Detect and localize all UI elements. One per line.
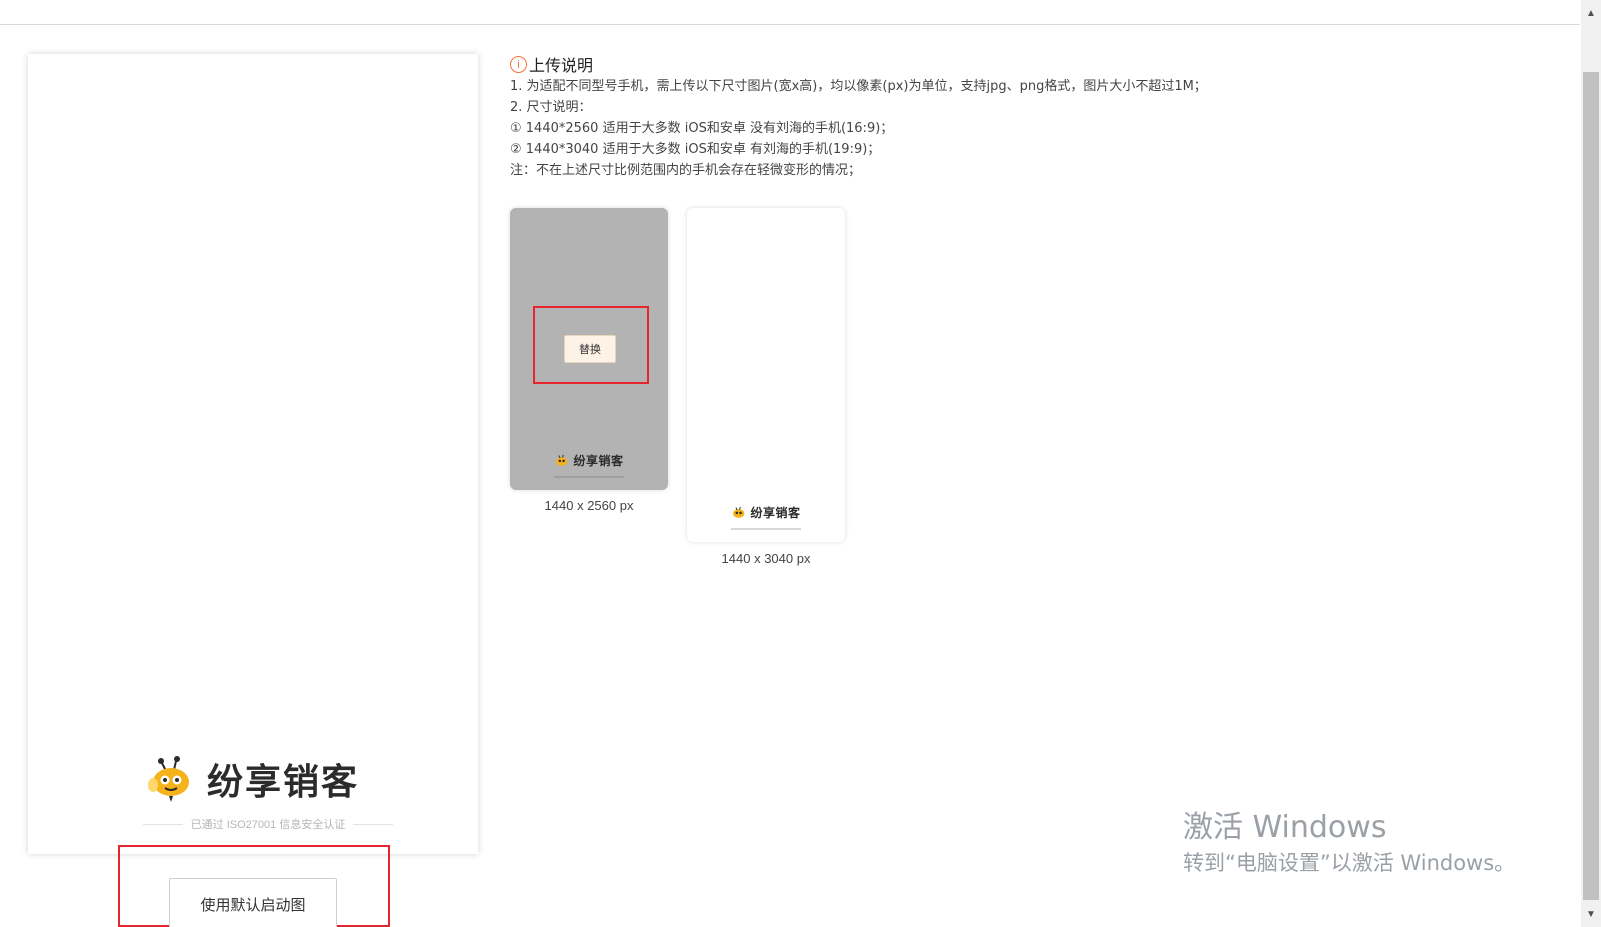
page: 纷享销客 已通过 ISO27001 信息安全认证 使用默认启动图 i 上传说明 … [0, 0, 1601, 927]
replace-button[interactable]: 替换 [564, 335, 616, 363]
thumbnail-1440x3040[interactable]: 纷享销客 [687, 208, 845, 542]
thumbnail-certification-line [554, 476, 624, 478]
bee-logo-icon [556, 454, 568, 466]
thumbnail-caption: 1440 x 3040 px [721, 551, 811, 566]
upload-instructions-title-text: 上传说明 [529, 56, 594, 75]
vertical-scrollbar[interactable]: ▲ ▼ [1581, 0, 1601, 927]
windows-activation-watermark: 激活 Windows 转到“电脑设置”以激活 Windows。 [1183, 810, 1515, 878]
watermark-subtitle: 转到“电脑设置”以激活 Windows。 [1183, 851, 1516, 875]
top-toolbar-border [0, 0, 1580, 25]
brand-logo: 纷享销客 [28, 749, 478, 809]
info-circle-icon: i [510, 55, 527, 73]
scroll-down-arrow-icon[interactable]: ▼ [1581, 905, 1601, 923]
instruction-line: ② 1440*3040 适用于大多数 iOS和安卓 有刘海的手机(19:9)； [510, 142, 881, 157]
instruction-line: ① 1440*2560 适用于大多数 iOS和安卓 没有刘海的手机(16:9)； [510, 121, 894, 136]
thumbnail-brand-name: 纷享销客 [750, 506, 801, 520]
splash-preview-card: 纷享销客 已通过 ISO27001 信息安全认证 [28, 54, 478, 854]
scroll-thumb[interactable] [1583, 72, 1599, 900]
instruction-line: 2. 尺寸说明： [510, 100, 592, 115]
use-default-splash-button[interactable]: 使用默认启动图 [169, 878, 337, 927]
thumbnail-brand-logo: 纷享销客 [687, 504, 845, 521]
thumbnail-brand-logo: 纷享销客 [510, 452, 668, 469]
watermark-title: 激活 Windows [1183, 810, 1387, 845]
thumbnail-caption: 1440 x 2560 px [544, 498, 634, 513]
bee-logo-icon [147, 756, 189, 802]
divider [353, 823, 393, 825]
upload-instructions: i 上传说明 1. 为适配不同型号手机，需上传以下尺寸图片(宽x高)，均以像素(… [510, 52, 1520, 181]
certification-note: 已通过 ISO27001 信息安全认证 [143, 816, 393, 832]
scroll-up-arrow-icon[interactable]: ▲ [1581, 4, 1601, 22]
thumbnail-certification-line [731, 528, 801, 530]
divider [143, 823, 183, 825]
thumbnail-brand-name: 纷享销客 [573, 454, 624, 468]
instruction-line: 注：不在上述尺寸比例范围内的手机会存在轻微变形的情况； [510, 163, 862, 178]
upload-instructions-title: i 上传说明 [510, 52, 1520, 76]
certification-text: 已通过 ISO27001 信息安全认证 [190, 819, 346, 831]
bee-logo-icon [733, 506, 745, 518]
instruction-line: 1. 为适配不同型号手机，需上传以下尺寸图片(宽x高)，均以像素(px)为单位，… [510, 79, 1207, 94]
brand-name: 纷享销客 [206, 762, 359, 803]
